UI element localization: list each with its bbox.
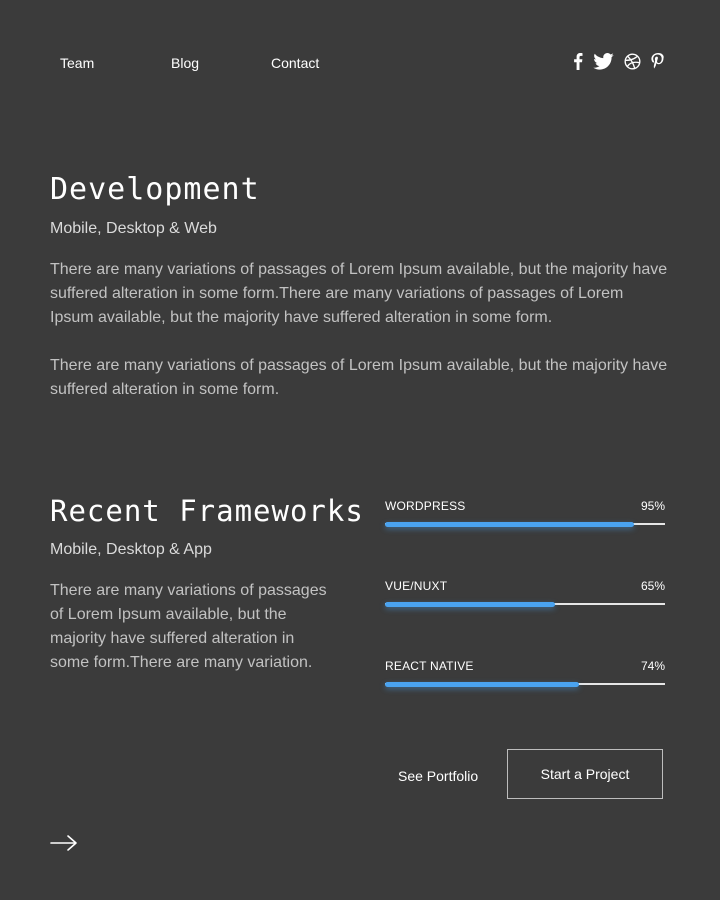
development-subtitle: Mobile, Desktop & Web: [50, 220, 217, 237]
skill-percent: 95%: [640, 499, 665, 513]
social-links: [573, 53, 665, 70]
frameworks-subtitle: Mobile, Desktop & App: [50, 541, 212, 558]
frameworks-paragraph: There are many variations of passages of…: [50, 582, 327, 671]
nav-link-team[interactable]: Team: [60, 54, 94, 72]
skill-wordpress: WORDPRESS 95%: [385, 499, 665, 535]
nav-link-blog[interactable]: Blog: [171, 54, 199, 72]
progress-fill: [385, 602, 556, 607]
skill-name: VUE/NUXT: [385, 579, 448, 593]
skill-vue-nuxt: VUE/NUXT 65%: [385, 579, 665, 615]
progress-track: [385, 602, 665, 607]
progress-fill: [385, 682, 579, 687]
skill-percent: 65%: [640, 579, 665, 593]
see-portfolio-link[interactable]: See Portfolio: [398, 767, 478, 785]
development-paragraph-1: There are many variations of passages of…: [50, 261, 668, 326]
twitter-icon[interactable]: [593, 53, 614, 70]
progress-track: [385, 522, 665, 527]
development-title: Development: [50, 172, 260, 207]
nav-link-contact[interactable]: Contact: [271, 54, 319, 72]
progress-track: [385, 682, 665, 687]
pinterest-icon[interactable]: [651, 53, 665, 70]
skill-react-native: REACT NATIVE 74%: [385, 659, 665, 695]
frameworks-title: Recent Frameworks: [50, 494, 364, 528]
dribbble-icon[interactable]: [624, 53, 641, 70]
development-paragraph-2: There are many variations of passages of…: [50, 357, 668, 398]
start-project-button[interactable]: Start a Project: [507, 749, 663, 799]
arrow-right-icon[interactable]: [50, 834, 78, 857]
skill-name: WORDPRESS: [385, 499, 466, 513]
facebook-icon[interactable]: [573, 53, 583, 70]
progress-fill: [385, 522, 634, 527]
skill-percent: 74%: [640, 659, 665, 673]
skill-name: REACT NATIVE: [385, 659, 474, 673]
top-nav: Team Blog Contact: [60, 53, 665, 74]
